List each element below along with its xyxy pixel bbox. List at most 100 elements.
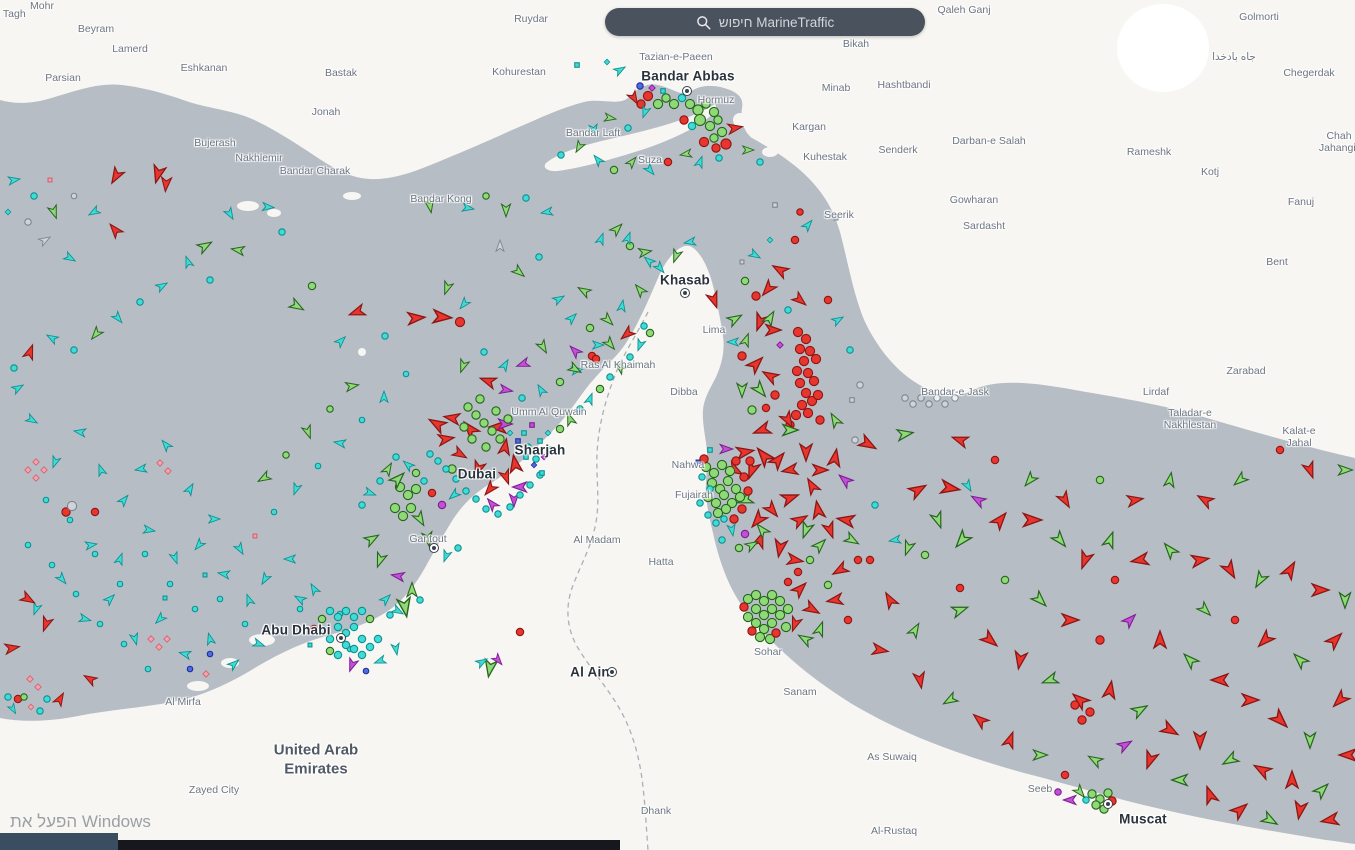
ship-marker-cargo-green[interactable]: [646, 329, 653, 336]
ship-marker-special-cyan[interactable]: [522, 431, 526, 435]
ship-marker-cargo-green[interactable]: [694, 114, 705, 125]
ship-marker-special-cyan[interactable]: [463, 488, 469, 494]
ship-marker-special-cyan[interactable]: [217, 596, 223, 602]
ship-marker-special-cyan[interactable]: [358, 635, 365, 642]
ship-marker-special-cyan[interactable]: [366, 643, 373, 650]
ship-marker-tanker-red[interactable]: [813, 390, 822, 399]
ship-marker-special-cyan[interactable]: [37, 708, 43, 714]
ship-marker-tanker-red[interactable]: [797, 209, 803, 215]
ship-marker-special-cyan[interactable]: [326, 607, 333, 614]
ship-marker-special-cyan[interactable]: [527, 482, 533, 488]
ship-marker-tanker-red[interactable]: [699, 137, 708, 146]
ship-marker-special-cyan[interactable]: [678, 94, 685, 101]
ship-marker-gray[interactable]: [902, 395, 908, 401]
ship-marker-special-cyan[interactable]: [538, 439, 542, 443]
ship-marker-special-cyan[interactable]: [71, 347, 77, 353]
ship-marker-tanker-red[interactable]: [791, 410, 800, 419]
ship-marker-special-cyan[interactable]: [334, 651, 341, 658]
ship-marker-special-cyan[interactable]: [540, 471, 544, 475]
ship-marker-gray[interactable]: [740, 260, 744, 264]
ship-marker-gray[interactable]: [857, 382, 863, 388]
ship-marker-cargo-green[interactable]: [483, 193, 489, 199]
ship-marker-cargo-green[interactable]: [669, 99, 678, 108]
ship-marker-tanker-red[interactable]: [795, 344, 804, 353]
ship-marker-special-cyan[interactable]: [697, 500, 703, 506]
ship-marker-cargo-green[interactable]: [759, 610, 768, 619]
ship-marker-special-cyan[interactable]: [575, 63, 579, 67]
ship-marker-tanker-red[interactable]: [824, 296, 831, 303]
ship-marker-tanker-red[interactable]: [740, 473, 748, 481]
ship-marker-tanker-red[interactable]: [752, 292, 760, 300]
ship-marker-cargo-green[interactable]: [781, 622, 790, 631]
ship-marker-tanker-red[interactable]: [738, 352, 746, 360]
ship-marker-cargo-green[interactable]: [492, 407, 500, 415]
ship-marker-cargo-green[interactable]: [717, 460, 726, 469]
ship-marker-special-cyan[interactable]: [523, 195, 529, 201]
ship-marker-cargo-green[interactable]: [366, 615, 373, 622]
ship-marker-cargo-green[interactable]: [723, 476, 732, 485]
ship-marker-special-cyan[interactable]: [507, 504, 513, 510]
ship-marker-tanker-red[interactable]: [801, 388, 810, 397]
ship-marker-cargo-green[interactable]: [702, 100, 710, 108]
ship-marker-gray[interactable]: [910, 401, 916, 407]
ship-marker-tanker-red[interactable]: [771, 391, 779, 399]
ship-marker-special-cyan[interactable]: [481, 349, 487, 355]
ship-marker-special-cyan[interactable]: [73, 591, 79, 597]
ship-marker-cargo-green[interactable]: [721, 504, 730, 513]
ship-marker-cargo-green[interactable]: [1100, 805, 1108, 813]
ship-marker-special-cyan[interactable]: [137, 299, 143, 305]
ship-marker-tanker-red[interactable]: [643, 91, 652, 100]
ship-marker-special-cyan[interactable]: [44, 696, 50, 702]
ship-marker-cargo-green[interactable]: [406, 503, 415, 512]
ship-marker-tanker-red[interactable]: [712, 144, 720, 152]
ship-marker-cargo-green[interactable]: [755, 632, 764, 641]
ship-marker-special-cyan[interactable]: [25, 542, 31, 548]
ship-marker-blue[interactable]: [207, 651, 213, 657]
ship-marker-cargo-green[interactable]: [725, 466, 734, 475]
ship-marker-special-cyan[interactable]: [387, 612, 393, 618]
ship-marker-special-cyan[interactable]: [435, 458, 441, 464]
ship-marker-special-cyan[interactable]: [519, 395, 525, 401]
ship-marker-gray[interactable]: [25, 219, 31, 225]
ship-marker-special-cyan[interactable]: [242, 621, 248, 627]
ship-marker-special-cyan[interactable]: [427, 451, 433, 457]
ship-marker-magenta[interactable]: [1055, 789, 1061, 795]
ship-marker-cargo-green[interactable]: [476, 395, 484, 403]
ship-marker-special-cyan[interactable]: [550, 447, 554, 451]
ship-marker-special-cyan[interactable]: [326, 635, 333, 642]
ship-marker-tanker-red[interactable]: [721, 139, 731, 149]
ship-marker-special-cyan[interactable]: [342, 641, 349, 648]
ship-marker-cargo-green[interactable]: [468, 435, 476, 443]
ship-marker-cargo-green[interactable]: [326, 647, 333, 654]
ship-marker-tanker-red[interactable]: [991, 456, 998, 463]
ship-marker-special-cyan[interactable]: [207, 277, 213, 283]
ship-marker-gray[interactable]: [918, 395, 924, 401]
ship-marker-cargo-green[interactable]: [308, 282, 315, 289]
ship-marker-cargo-green[interactable]: [693, 105, 703, 115]
ship-marker-cargo-green[interactable]: [504, 415, 512, 423]
ship-marker-tanker-red[interactable]: [310, 625, 317, 632]
ship-marker-special-cyan[interactable]: [421, 478, 427, 484]
ship-marker-special-cyan[interactable]: [524, 455, 528, 459]
ship-marker-gray[interactable]: [852, 437, 858, 443]
ship-marker-special-cyan[interactable]: [708, 448, 712, 452]
ship-marker-special-cyan[interactable]: [1083, 797, 1089, 803]
ship-marker-special-cyan[interactable]: [279, 229, 285, 235]
ship-marker-cargo-green[interactable]: [403, 490, 412, 499]
ship-marker-special-cyan[interactable]: [533, 456, 539, 462]
ship-marker-cargo-green[interactable]: [921, 551, 928, 558]
ship-marker-tanker-red[interactable]: [746, 457, 754, 465]
ship-marker-tanker-red[interactable]: [1078, 716, 1086, 724]
ship-marker-tanker-red[interactable]: [680, 116, 688, 124]
ship-marker-tanker-red[interactable]: [816, 416, 824, 424]
ship-marker-blue[interactable]: [516, 439, 520, 443]
search-bar[interactable]: חיפוש MarineTraffic: [605, 8, 925, 36]
ship-marker-special-cyan[interactable]: [382, 333, 388, 339]
ship-marker-special-cyan[interactable]: [49, 562, 55, 568]
ship-marker-tanker-red[interactable]: [797, 400, 806, 409]
ship-marker-cargo-green[interactable]: [735, 544, 742, 551]
ship-marker-cargo-green[interactable]: [1088, 790, 1096, 798]
ship-marker-magenta[interactable]: [741, 530, 748, 537]
ship-marker-special-cyan[interactable]: [167, 581, 173, 587]
ship-marker-cargo-green[interactable]: [496, 435, 504, 443]
